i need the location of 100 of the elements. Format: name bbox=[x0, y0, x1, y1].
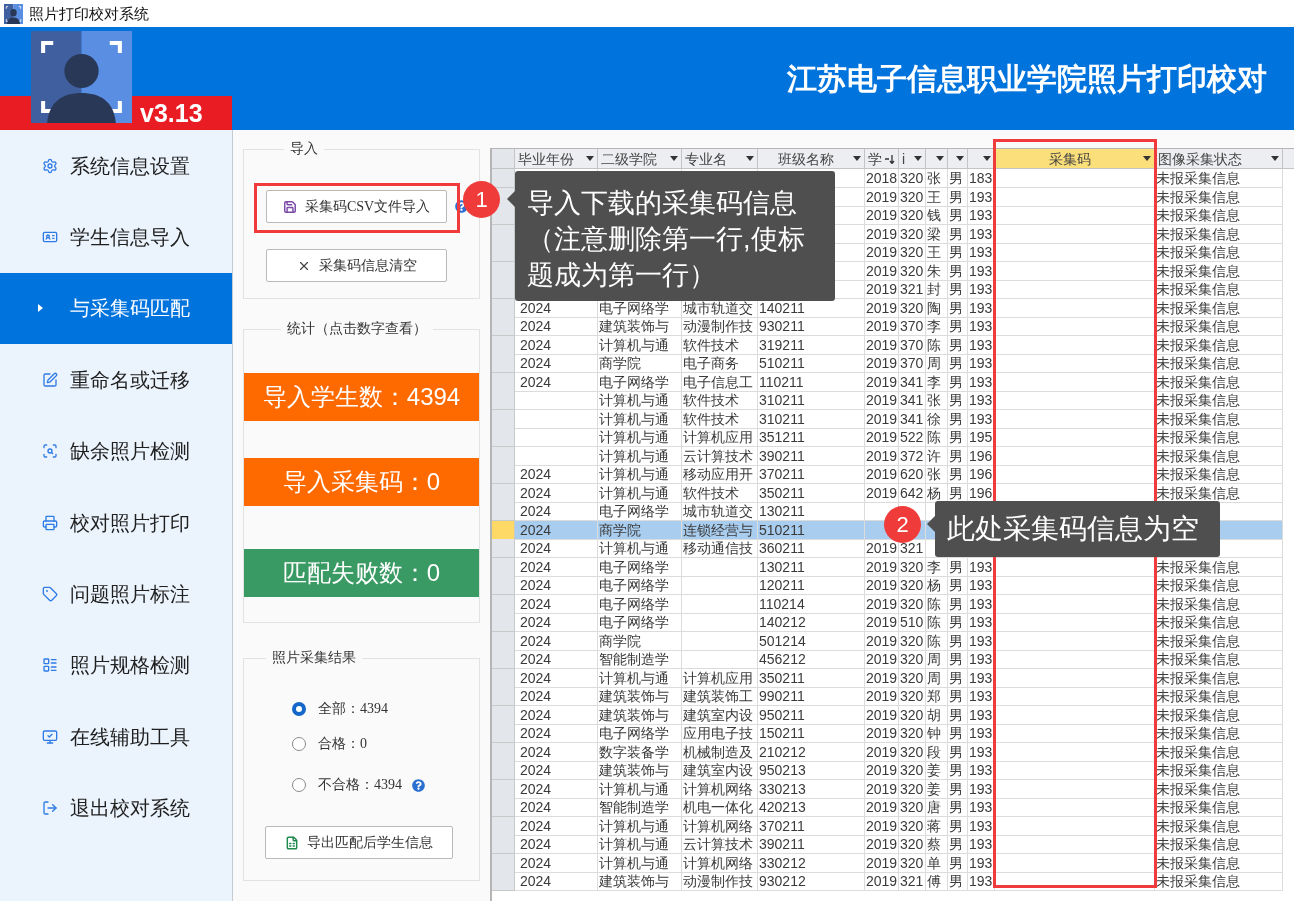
table-cell: 电子网络学 bbox=[598, 557, 682, 577]
table-cell: 193 bbox=[968, 853, 995, 873]
table-cell: 350211 bbox=[758, 668, 865, 688]
export-button[interactable]: 导出匹配后学生信息 bbox=[265, 826, 453, 859]
table-cell: 193 bbox=[968, 372, 995, 392]
column-header[interactable]: 采集码 bbox=[995, 149, 1155, 169]
table-cell: 软件技术 bbox=[682, 409, 758, 429]
table-cell: 未报采集信息 bbox=[1155, 335, 1283, 355]
clear-button[interactable]: 采集码信息清空 bbox=[266, 249, 447, 282]
table-cell: 341 bbox=[899, 391, 926, 410]
sidebar-item[interactable]: 校对照片打印 bbox=[0, 486, 232, 559]
row-selector[interactable] bbox=[492, 872, 515, 891]
sort-icon[interactable] bbox=[885, 153, 895, 164]
radio-label[interactable]: 合格：0 bbox=[318, 735, 367, 753]
column-header[interactable]: 班级名称 bbox=[758, 149, 865, 169]
table-cell: 320 bbox=[899, 187, 926, 207]
sidebar-item[interactable]: 问题照片标注 bbox=[0, 558, 232, 630]
table-cell: 封 bbox=[926, 280, 948, 299]
table-cell: 510 bbox=[899, 613, 926, 632]
row-selector[interactable] bbox=[492, 317, 515, 336]
column-header[interactable]: 二级学院 bbox=[598, 149, 682, 169]
dropdown-arrow-icon[interactable] bbox=[1271, 156, 1279, 161]
dropdown-arrow-icon[interactable] bbox=[983, 156, 991, 161]
stat-button[interactable]: 匹配失败数：0 bbox=[244, 549, 479, 597]
table-cell: 2024 bbox=[515, 742, 598, 762]
sidebar-item[interactable]: 学生信息导入 bbox=[0, 201, 232, 273]
row-selector[interactable] bbox=[492, 502, 515, 521]
row-selector[interactable] bbox=[492, 650, 515, 669]
table-cell: 320 bbox=[899, 835, 926, 854]
column-header[interactable]: 专业名 bbox=[682, 149, 758, 169]
dropdown-arrow-icon[interactable] bbox=[914, 156, 922, 161]
table-cell: 196 bbox=[968, 465, 995, 484]
row-selector[interactable] bbox=[492, 206, 515, 225]
row-selector[interactable] bbox=[492, 687, 515, 706]
radio-button[interactable] bbox=[292, 737, 306, 751]
column-header[interactable]: i bbox=[899, 149, 926, 169]
table-cell: 未报采集信息 bbox=[1155, 428, 1283, 447]
table-cell: 320 bbox=[899, 261, 926, 281]
table-cell: 2019 bbox=[865, 372, 899, 392]
table-cell: 210212 bbox=[758, 742, 865, 762]
dropdown-arrow-icon[interactable] bbox=[670, 156, 678, 161]
table-cell: 蒋 bbox=[926, 816, 948, 836]
table-cell: 320 bbox=[899, 668, 926, 688]
column-header[interactable]: 学 bbox=[865, 149, 899, 169]
radio-button[interactable] bbox=[292, 702, 306, 716]
row-selector[interactable] bbox=[492, 576, 515, 595]
dropdown-arrow-icon[interactable] bbox=[746, 156, 754, 161]
table-cell: 计算机与通 bbox=[598, 335, 682, 355]
dropdown-arrow-icon[interactable] bbox=[853, 156, 861, 161]
table-cell: 140212 bbox=[758, 613, 865, 632]
table-cell: 钟 bbox=[926, 724, 948, 743]
help-icon[interactable] bbox=[412, 778, 425, 792]
row-selector[interactable] bbox=[492, 539, 515, 558]
select-all-corner[interactable] bbox=[492, 149, 515, 169]
dropdown-arrow-icon[interactable] bbox=[956, 156, 964, 161]
table-cell: 计算机与通 bbox=[598, 446, 682, 466]
row-selector[interactable] bbox=[492, 354, 515, 373]
row-selector[interactable] bbox=[492, 243, 515, 262]
sidebar-item[interactable]: 照片规格检测 bbox=[0, 629, 232, 702]
sidebar-item[interactable]: 在线辅助工具 bbox=[0, 701, 232, 773]
table-cell: 195 bbox=[968, 428, 995, 447]
radio-button[interactable] bbox=[292, 778, 306, 792]
column-header[interactable]: 图像采集状态 bbox=[1155, 149, 1283, 169]
sidebar-item[interactable]: 重命名或迁移 bbox=[0, 344, 232, 416]
table-cell: 320 bbox=[899, 742, 926, 762]
sidebar-item[interactable]: 系统信息设置 bbox=[0, 130, 232, 202]
table-cell: 男 bbox=[948, 372, 968, 392]
table-cell: 建筑室内设 bbox=[682, 705, 758, 725]
sidebar-item[interactable]: 与采集码匹配 bbox=[0, 272, 232, 345]
dropdown-arrow-icon[interactable] bbox=[586, 156, 594, 161]
row-selector[interactable] bbox=[492, 835, 515, 854]
row-selector[interactable] bbox=[492, 391, 515, 410]
column-header[interactable]: 毕业年份 bbox=[515, 149, 598, 169]
table-cell: 2024 bbox=[515, 335, 598, 355]
row-selector[interactable] bbox=[492, 428, 515, 447]
import-csv-button[interactable]: 采集码CSV文件导入 bbox=[266, 190, 447, 223]
table-cell: 男 bbox=[948, 446, 968, 466]
table-cell: 330212 bbox=[758, 853, 865, 873]
group-title: 统计（点击数字查看） bbox=[286, 321, 428, 337]
column-header[interactable] bbox=[926, 149, 948, 169]
sidebar-item[interactable]: 缺余照片检测 bbox=[0, 415, 232, 487]
portrait-icon bbox=[4, 3, 23, 24]
row-selector[interactable] bbox=[492, 280, 515, 299]
dropdown-arrow-icon[interactable] bbox=[936, 156, 944, 161]
column-header[interactable] bbox=[948, 149, 968, 169]
row-selector[interactable] bbox=[492, 761, 515, 780]
table-cell: 2019 bbox=[865, 853, 899, 873]
sidebar-item[interactable]: 退出校对系统 bbox=[0, 772, 232, 844]
row-selector[interactable] bbox=[492, 613, 515, 632]
table-cell: 642 bbox=[899, 483, 926, 503]
table-cell: 云计算技术 bbox=[682, 835, 758, 854]
dropdown-arrow-icon[interactable] bbox=[1143, 156, 1151, 161]
radio-label[interactable]: 不合格：4394 bbox=[318, 776, 402, 794]
table-cell: 陈 bbox=[926, 631, 948, 651]
row-selector[interactable] bbox=[492, 724, 515, 743]
row-selector[interactable] bbox=[492, 798, 515, 817]
row-selector[interactable] bbox=[492, 465, 515, 484]
table-cell: 193 bbox=[968, 761, 995, 780]
row-selector[interactable] bbox=[492, 169, 515, 188]
radio-label[interactable]: 全部：4394 bbox=[318, 700, 388, 718]
